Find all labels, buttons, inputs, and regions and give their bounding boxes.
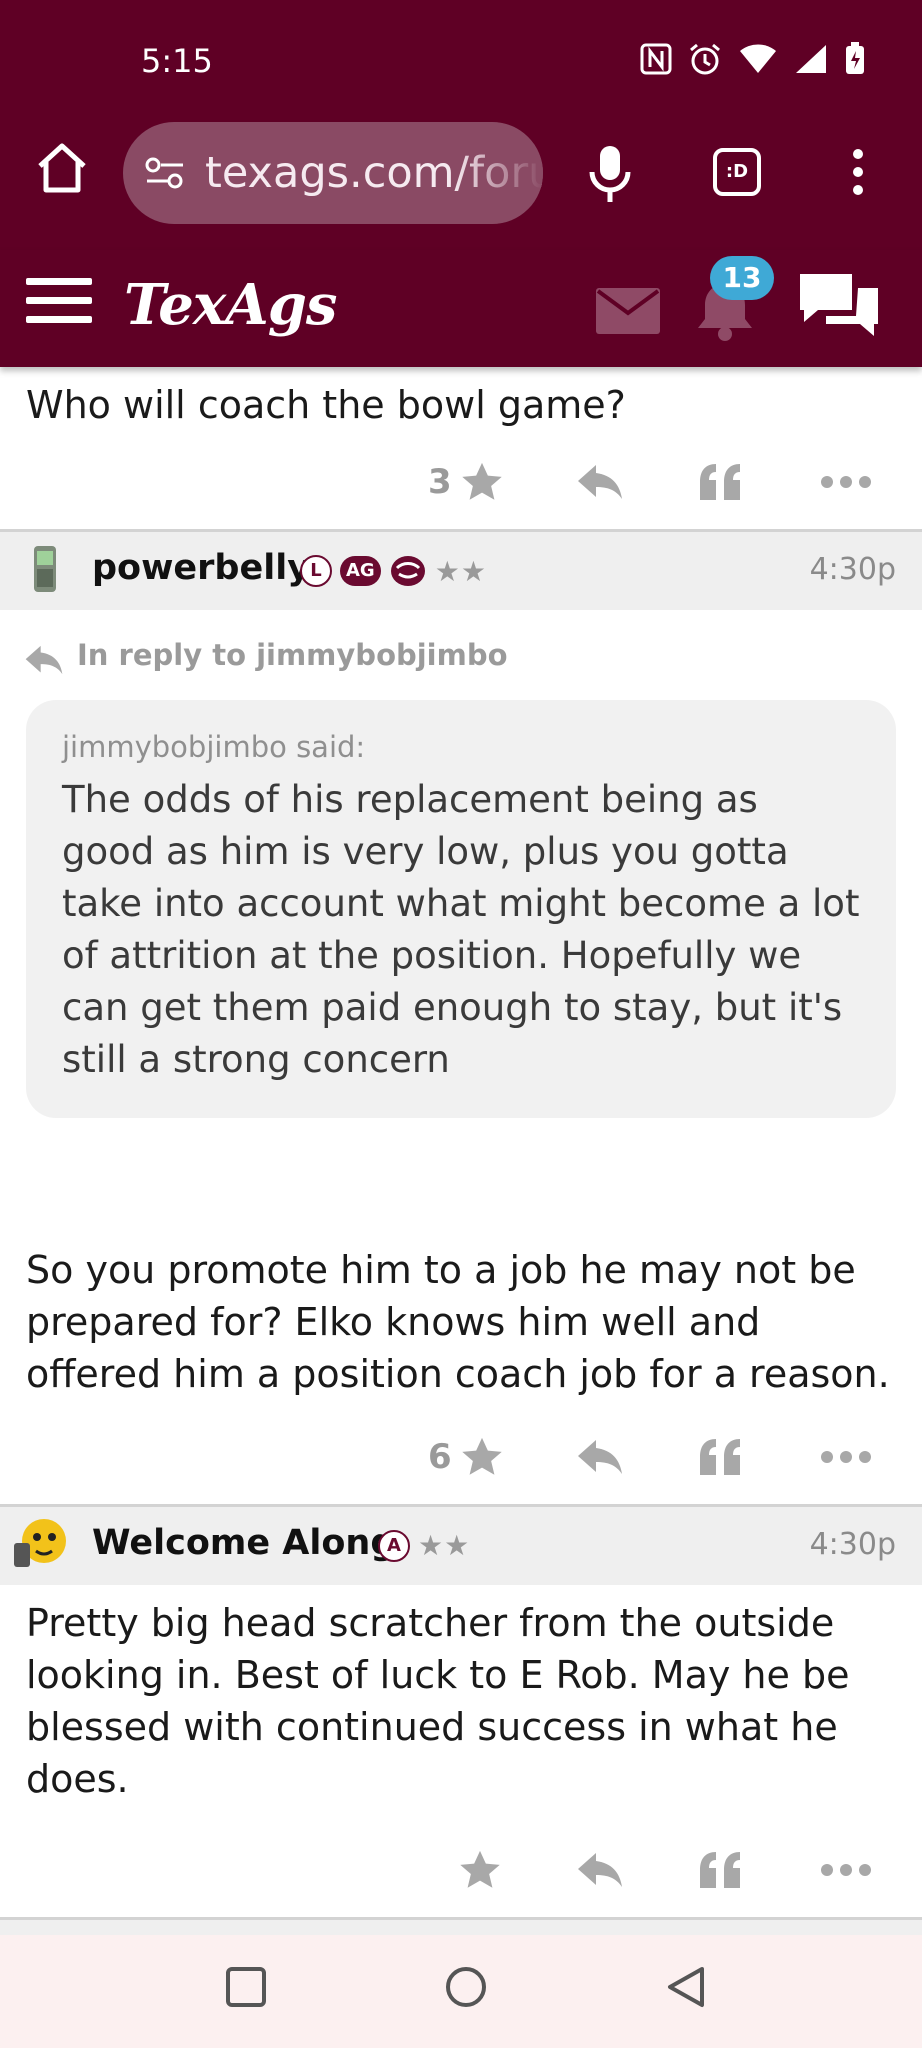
- more-horizontal-icon: [821, 1451, 871, 1463]
- user-badges: L AG ★★: [300, 554, 487, 588]
- tabs-button[interactable]: :D: [713, 148, 761, 196]
- more-options-button[interactable]: [820, 457, 872, 507]
- post-actions: [0, 1819, 922, 1917]
- quote-icon: [700, 1852, 740, 1888]
- reply-arrow-icon: [578, 465, 622, 499]
- status-bar: 5:15: [0, 0, 922, 120]
- quote-icon: [700, 464, 740, 500]
- rate-button[interactable]: 6: [428, 1432, 504, 1482]
- username[interactable]: Welcome Along: [92, 1523, 395, 1563]
- post: Who will coach the bowl game? 3: [0, 367, 922, 529]
- in-reply-to[interactable]: In reply to jimmybobjimbo: [0, 610, 922, 700]
- hamburger-menu-icon[interactable]: [26, 278, 92, 330]
- notification-count-badge[interactable]: 13: [710, 256, 774, 300]
- signal-icon: [796, 45, 826, 73]
- reply-arrow-icon: [25, 645, 63, 675]
- rating-count: 3: [428, 462, 452, 502]
- mail-icon[interactable]: [596, 288, 660, 334]
- rate-button[interactable]: [458, 1845, 502, 1895]
- url-bar[interactable]: texags.com/forums: [123, 122, 543, 224]
- rate-button[interactable]: 3: [428, 457, 504, 507]
- username[interactable]: powerbelly: [92, 548, 310, 588]
- post-time: 4:30p: [809, 1527, 896, 1562]
- more-options-button[interactable]: [820, 1845, 872, 1895]
- alarm-icon: [690, 43, 720, 75]
- home-circle-icon[interactable]: [444, 1965, 488, 2009]
- quote-author[interactable]: jimmybobjimbo said:: [62, 730, 860, 764]
- quote-block: jimmybobjimbo said: The odds of his repl…: [26, 700, 896, 1118]
- star-icon: [460, 1850, 500, 1888]
- star-icon: [461, 462, 502, 500]
- star-icon: [461, 1437, 502, 1475]
- quote-body: The odds of his replacement being as goo…: [62, 778, 860, 1081]
- badge-l: L: [300, 555, 332, 587]
- quote-button[interactable]: [698, 1432, 742, 1482]
- reply-arrow-icon: [578, 1853, 622, 1887]
- in-reply-to-text: In reply to jimmybobjimbo: [77, 638, 508, 672]
- more-options-button[interactable]: [820, 1432, 872, 1482]
- avatar[interactable]: [12, 1513, 70, 1571]
- post-actions: 3: [0, 431, 922, 529]
- status-time: 5:15: [141, 42, 213, 80]
- system-nav-bar: [0, 1935, 922, 2048]
- rating-count: 6: [428, 1437, 452, 1477]
- post-body: Pretty big head scratcher from the outsi…: [26, 1601, 850, 1801]
- microphone-icon[interactable]: [588, 144, 632, 204]
- post-body: Who will coach the bowl game?: [26, 383, 626, 427]
- chat-bubbles-icon[interactable]: [796, 270, 882, 342]
- reply-button[interactable]: [576, 457, 624, 507]
- wifi-icon: [740, 44, 776, 73]
- post-time: 4:30p: [809, 552, 896, 587]
- post: Welcome Along A ★★ 4:30p Pretty big head…: [0, 1507, 922, 1917]
- back-triangle-icon[interactable]: [664, 1965, 708, 2009]
- post-header: powerbelly L AG ★★ 4:30p: [0, 532, 922, 610]
- post-header: Welcome Along A ★★ 4:30p: [0, 1507, 922, 1585]
- recents-square-icon[interactable]: [224, 1965, 268, 2009]
- badge-ag: AG: [340, 556, 381, 586]
- more-horizontal-icon: [821, 1864, 871, 1876]
- post-actions: 6: [0, 1406, 922, 1504]
- site-settings-icon[interactable]: [145, 156, 185, 190]
- team-logo-icon: [390, 556, 425, 586]
- status-icons: [640, 42, 866, 76]
- reply-arrow-icon: [578, 1440, 622, 1474]
- overflow-menu-icon[interactable]: [850, 148, 866, 196]
- home-icon[interactable]: [34, 140, 90, 196]
- post-body: So you promote him to a job he may not b…: [26, 1248, 890, 1396]
- thread-content: Who will coach the bowl game? 3 powerbel…: [0, 367, 922, 1998]
- user-stars: ★★: [418, 1529, 471, 1562]
- user-stars: ★★: [434, 554, 487, 588]
- quote-button[interactable]: [698, 457, 742, 507]
- battery-icon: [846, 42, 864, 74]
- avatar[interactable]: [22, 542, 66, 598]
- user-badges: A ★★: [378, 1529, 470, 1562]
- quote-icon: [700, 1439, 740, 1475]
- more-horizontal-icon: [821, 476, 871, 488]
- reply-button[interactable]: [576, 1845, 624, 1895]
- nfc-icon: [640, 43, 672, 75]
- url-fade: [453, 122, 543, 224]
- site-header: TexAgs 13: [0, 250, 922, 367]
- badge-a: A: [378, 1529, 410, 1562]
- post: powerbelly L AG ★★ 4:30p In reply to jim…: [0, 532, 922, 1504]
- quote-button[interactable]: [698, 1845, 742, 1895]
- site-logo[interactable]: TexAgs: [124, 272, 337, 338]
- reply-button[interactable]: [576, 1432, 624, 1482]
